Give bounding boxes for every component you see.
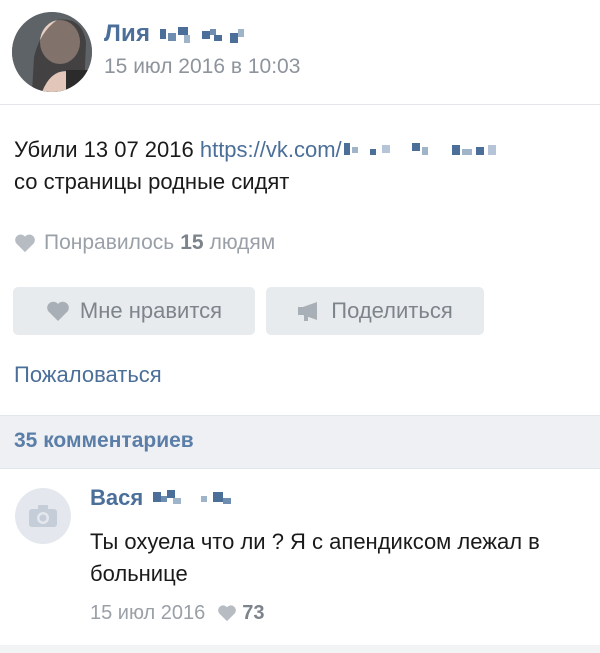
heart-icon (47, 301, 69, 321)
comment-meta: 15 июл 2016 73 (90, 600, 265, 626)
divider (0, 104, 600, 105)
post-text-start: Убили 13 07 2016 (14, 137, 200, 162)
censored-surname (160, 27, 245, 43)
post-link[interactable]: https://vk.com/ (200, 137, 342, 162)
like-button-label: Мне нравится (79, 298, 223, 323)
post-header: Лия 15 июл 2016 в 10:03 (0, 0, 600, 102)
commenter-row: Вася (90, 484, 251, 512)
author-row: Лия (104, 18, 288, 50)
megaphone-icon (298, 302, 318, 321)
commenter-name[interactable]: Вася (90, 485, 143, 511)
next-item-edge (0, 645, 600, 653)
comment-item: Вася Ты охуела что ли ? Я с апендиксом л… (0, 470, 600, 653)
commenter-avatar[interactable] (15, 488, 71, 544)
likes-count: 15 (180, 231, 204, 254)
likes-prefix: Понравилось (44, 231, 175, 254)
likes-summary[interactable]: Понравилось 15 людям (14, 229, 275, 257)
share-button[interactable]: Поделиться (266, 287, 484, 335)
comment-date[interactable]: 15 июл 2016 (90, 602, 205, 625)
author-name[interactable]: Лия (104, 20, 150, 48)
report-link[interactable]: Пожаловаться (14, 362, 162, 388)
post-date[interactable]: 15 июл 2016 в 10:03 (104, 55, 300, 79)
heart-icon[interactable] (217, 604, 237, 622)
comment-likes-count: 73 (242, 601, 265, 624)
censored-link (343, 143, 496, 155)
comment-text: Ты охуела что ли ? Я с апендиксом лежал … (90, 529, 540, 586)
post-text: Убили 13 07 2016 https://vk.com/ со стра… (14, 134, 589, 198)
camera-icon (29, 505, 57, 527)
share-button-label: Поделиться (331, 298, 453, 323)
censored-surname (153, 490, 232, 504)
comments-count[interactable]: 35 комментариев (14, 429, 194, 453)
like-button[interactable]: Мне нравится (13, 287, 255, 335)
heart-icon (15, 234, 35, 253)
author-avatar[interactable] (12, 12, 92, 92)
comments-header: 35 комментариев (0, 415, 600, 469)
likes-suffix: людям (209, 231, 276, 254)
post-text-end: со страницы родные сидят (14, 169, 290, 194)
